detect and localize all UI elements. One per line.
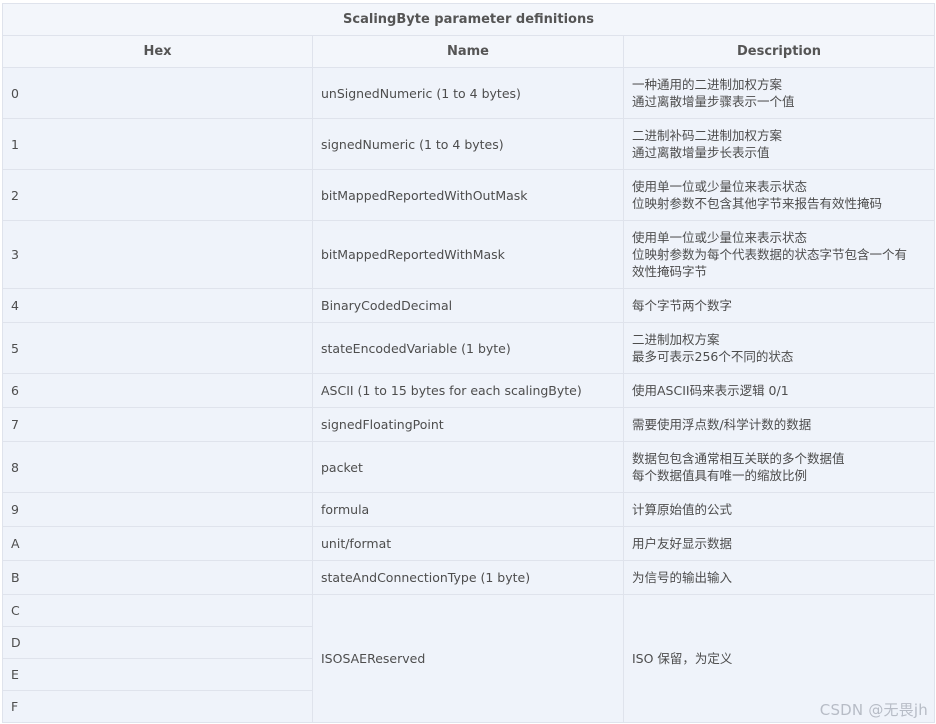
- table-row: 7 signedFloatingPoint 需要使用浮点数/科学计数的数据: [2, 407, 936, 442]
- description-cell: 一种通用的二进制加权方案 通过离散增量步骤表示一个值: [622, 67, 936, 119]
- hex-cell: 8: [2, 441, 313, 493]
- description-line: 最多可表示256个不同的状态: [632, 349, 794, 364]
- description-line: 位映射参数不包含其他字节来报告有效性掩码: [632, 196, 883, 211]
- name-cell: bitMappedReportedWithMask: [312, 220, 624, 289]
- description-cell: 使用单一位或少量位来表示状态位映射参数为每个代表数据的状态字节包含一个有 效性掩码…: [622, 220, 936, 289]
- table-row: 1 signedNumeric (1 to 4 bytes) 二进制补码二进制加权方…: [2, 118, 936, 170]
- hex-cell: B: [2, 560, 313, 595]
- name-cell: formula: [312, 492, 624, 527]
- table-row: BstateAndConnectionType (1 byte) 为信号的输出输入: [2, 560, 936, 595]
- description-line: 效性掩码字节: [632, 264, 708, 279]
- table-row: 8 packet 数据包包含通常相互关联的多个数据值 每个数据值具有唯一的缩放比例: [2, 441, 936, 493]
- hex-cell: E: [2, 658, 313, 691]
- description-cell: 数据包包含通常相互关联的多个数据值 每个数据值具有唯一的缩放比例: [622, 441, 936, 493]
- table-row: 5 stateEncodedVariable (1 byte) 二进制加权方案 最多可…: [2, 322, 936, 374]
- description-line: 使用单一位或少量位来表示状态: [632, 230, 808, 245]
- description-line: 位映射参数为每个代表数据的状态字节包含一个有: [632, 247, 908, 262]
- description-cell: 每个字节两个数字: [622, 288, 936, 323]
- hex-cell: F: [2, 690, 313, 723]
- table-row: Aunit/format 用户友好显示数据: [2, 526, 936, 561]
- name-cell: bitMappedReportedWithOutMask: [312, 169, 624, 221]
- description-cell: 计算原始值的公式: [622, 492, 936, 527]
- hex-cell: 0: [2, 67, 313, 119]
- hex-cell: 7: [2, 407, 313, 442]
- description-line: 需要使用浮点数/科学计数的数据: [632, 417, 812, 432]
- name-cell: packet: [312, 441, 624, 493]
- reserved-name-cell: ISOSAEReserved: [312, 594, 624, 723]
- description-cell: 为信号的输出输入: [622, 560, 936, 595]
- table-body: 0 unSignedNumeric (1 to 4 bytes) 一种通用的二进制加…: [2, 67, 936, 723]
- table-row: 6 ASCII (1 to 15 bytes for each scalingBy…: [2, 373, 936, 408]
- name-cell: stateEncodedVariable (1 byte): [312, 322, 624, 374]
- hex-cell: 6: [2, 373, 313, 408]
- table-row: 4 BinaryCodedDecimal 每个字节两个数字: [2, 288, 936, 323]
- description-line: 为信号的输出输入: [632, 570, 733, 585]
- table-caption: ScalingByte parameter definitions: [1, 3, 936, 36]
- hex-cell: 2: [2, 169, 313, 221]
- table-row: 0 unSignedNumeric (1 to 4 bytes) 一种通用的二进制加…: [2, 67, 936, 119]
- name-cell: unSignedNumeric (1 to 4 bytes): [312, 67, 624, 119]
- description-cell: 需要使用浮点数/科学计数的数据: [622, 407, 936, 442]
- name-cell: ASCII (1 to 15 bytes for each scalingByt…: [312, 373, 624, 408]
- description-line: 一种通用的二进制加权方案: [632, 77, 783, 92]
- table-row: 3 bitMappedReportedWithMask 使用单一位或少量位来表示状态…: [2, 220, 936, 289]
- description-line: 二进制加权方案: [632, 332, 720, 347]
- hex-cell: 9: [2, 492, 313, 527]
- hex-cell: 4: [2, 288, 313, 323]
- name-cell: unit/format: [312, 526, 624, 561]
- description-line: 计算原始值的公式: [632, 502, 733, 517]
- description-line: 每个字节两个数字: [632, 298, 733, 313]
- hex-cell: C: [2, 594, 313, 627]
- name-cell: signedFloatingPoint: [312, 407, 624, 442]
- description-line: 二进制补码二进制加权方案: [632, 128, 783, 143]
- hex-cell: 1: [2, 118, 313, 170]
- name-cell: signedNumeric (1 to 4 bytes): [312, 118, 624, 170]
- description-line: 通过离散增量步长表示值: [632, 145, 770, 160]
- description-line: 通过离散增量步骤表示一个值: [632, 94, 795, 109]
- description-cell: 使用单一位或少量位来表示状态位映射参数不包含其他字节来报告有效性掩码: [622, 169, 936, 221]
- hex-cell: 3: [2, 220, 313, 289]
- scalingbyte-table: ScalingByte parameter definitions Hex Na…: [1, 3, 936, 723]
- description-cell: 使用ASCII码来表示逻辑 0/1: [622, 373, 936, 408]
- hex-cell: 5: [2, 322, 313, 374]
- hex-cell: D: [2, 626, 313, 659]
- description-line: 数据包包含通常相互关联的多个数据值: [632, 451, 845, 466]
- header-name: Name: [312, 35, 624, 68]
- header-hex: Hex: [2, 35, 313, 68]
- table-row: C ISOSAEReserved ISO 保留，为定义: [2, 594, 936, 723]
- description-line: 用户友好显示数据: [632, 536, 733, 551]
- description-cell: 用户友好显示数据: [622, 526, 936, 561]
- table-row: 2 bitMappedReportedWithOutMask 使用单一位或少量位来表…: [2, 169, 936, 221]
- hex-cell: A: [2, 526, 313, 561]
- description-line: 使用ASCII码来表示逻辑 0/1: [632, 383, 789, 398]
- description-line: 每个数据值具有唯一的缩放比例: [632, 468, 808, 483]
- csdn-watermark: CSDN @无畏jh: [819, 701, 928, 719]
- name-cell: BinaryCodedDecimal: [312, 288, 624, 323]
- header-description: Description: [622, 35, 936, 68]
- description-cell: 二进制补码二进制加权方案 通过离散增量步长表示值: [622, 118, 936, 170]
- description-cell: 二进制加权方案最多可表示256个不同的状态: [622, 322, 936, 374]
- description-line: 使用单一位或少量位来表示状态: [632, 179, 808, 194]
- name-cell: stateAndConnectionType (1 byte): [312, 560, 624, 595]
- table-row: 9 formula 计算原始值的公式: [2, 492, 936, 527]
